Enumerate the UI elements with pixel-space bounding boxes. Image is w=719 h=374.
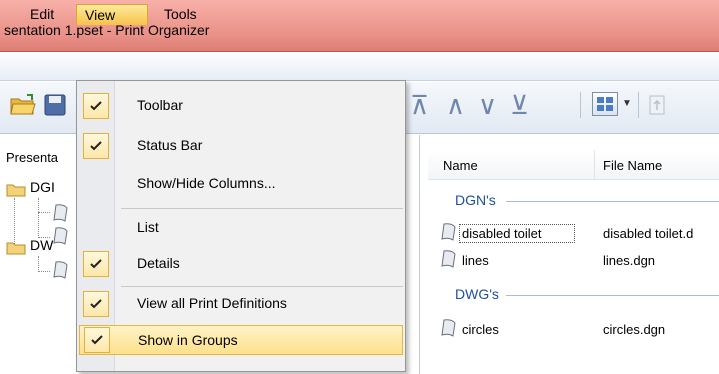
- row-file-name[interactable]: disabled toilet.d: [603, 226, 693, 241]
- open-folder-icon[interactable]: [10, 94, 36, 116]
- menu-separator: [121, 208, 403, 209]
- print-definition-icon: [441, 319, 456, 337]
- row-name[interactable]: circles: [462, 322, 499, 337]
- move-down-icon[interactable]: ∨: [478, 92, 497, 118]
- menu-item-label: List: [137, 219, 159, 235]
- checkmark-icon: [84, 327, 110, 353]
- checkmark-icon: [83, 93, 109, 119]
- print-definition-icon: [441, 250, 456, 268]
- toolbar-separator: [638, 92, 639, 118]
- toolbar-separator: [580, 92, 581, 118]
- row-file-name[interactable]: circles.dgn: [603, 322, 665, 337]
- menu-item-label: Show/Hide Columns...: [137, 175, 276, 191]
- menu-item-label: Show in Groups: [138, 332, 238, 348]
- folder-icon: [6, 242, 26, 255]
- print-definition-icon[interactable]: [52, 203, 70, 223]
- column-divider[interactable]: [594, 150, 595, 180]
- column-header-file-name[interactable]: File Name: [603, 158, 662, 173]
- move-top-icon[interactable]: ⊼: [410, 92, 429, 118]
- move-up-icon[interactable]: ∧: [446, 92, 465, 118]
- row-name[interactable]: disabled toilet: [462, 226, 542, 241]
- print-definition-icon[interactable]: [52, 226, 70, 246]
- menu-item-label: Status Bar: [137, 137, 203, 153]
- menu-item-label: Details: [137, 255, 180, 271]
- group-header-dwg[interactable]: DWG's: [455, 286, 499, 302]
- chevron-down-icon[interactable]: ▼: [622, 98, 632, 109]
- group-divider: [506, 201, 719, 202]
- tree-connector: [38, 271, 50, 272]
- menu-item-label: Toolbar: [137, 97, 183, 113]
- view-mode-icon[interactable]: [592, 92, 618, 116]
- folder-icon: [6, 184, 26, 197]
- column-header-name[interactable]: Name: [443, 158, 478, 173]
- menu-view[interactable]: View: [76, 4, 148, 25]
- menu-item-show-hide-columns[interactable]: Show/Hide Columns...: [77, 169, 405, 199]
- menu-item-list[interactable]: List: [77, 213, 405, 243]
- print-definition-icon: [441, 223, 456, 241]
- tree-header: Presenta: [6, 150, 59, 165]
- menu-edit[interactable]: Edit: [22, 4, 62, 25]
- checkmark-icon: [83, 133, 109, 159]
- checkmark-icon: [83, 291, 109, 317]
- move-bottom-icon[interactable]: ⊻: [510, 92, 529, 118]
- group-header-dgn[interactable]: DGN's: [455, 192, 496, 208]
- row-name[interactable]: lines: [462, 253, 489, 268]
- menu-item-label: View all Print Definitions: [137, 295, 287, 311]
- print-definition-icon[interactable]: [52, 260, 70, 280]
- tree-node-dwg[interactable]: DW: [30, 237, 53, 253]
- row-file-name[interactable]: lines.dgn: [603, 253, 655, 268]
- menu-tools[interactable]: Tools: [156, 4, 205, 25]
- menu-bar: [0, 53, 719, 81]
- menu-item-view-all-print-definitions[interactable]: View all Print Definitions: [77, 289, 405, 319]
- disabled-action-icon: [649, 95, 665, 115]
- menu-separator: [121, 286, 403, 287]
- menu-item-status-bar[interactable]: Status Bar: [77, 131, 405, 161]
- tree-connector: [38, 212, 50, 213]
- save-icon[interactable]: [44, 94, 66, 116]
- tree-connector: [38, 256, 39, 272]
- checkmark-icon: [83, 251, 109, 277]
- tree-connector: [38, 198, 39, 238]
- view-menu-dropdown: Toolbar Status Bar Show/Hide Columns... …: [76, 80, 406, 372]
- menu-item-details[interactable]: Details: [77, 249, 405, 279]
- menu-item-show-in-groups[interactable]: Show in Groups: [79, 325, 403, 355]
- menu-item-toolbar[interactable]: Toolbar: [77, 91, 405, 121]
- tree-node-dgn[interactable]: DGI: [30, 179, 55, 195]
- group-divider: [506, 295, 719, 296]
